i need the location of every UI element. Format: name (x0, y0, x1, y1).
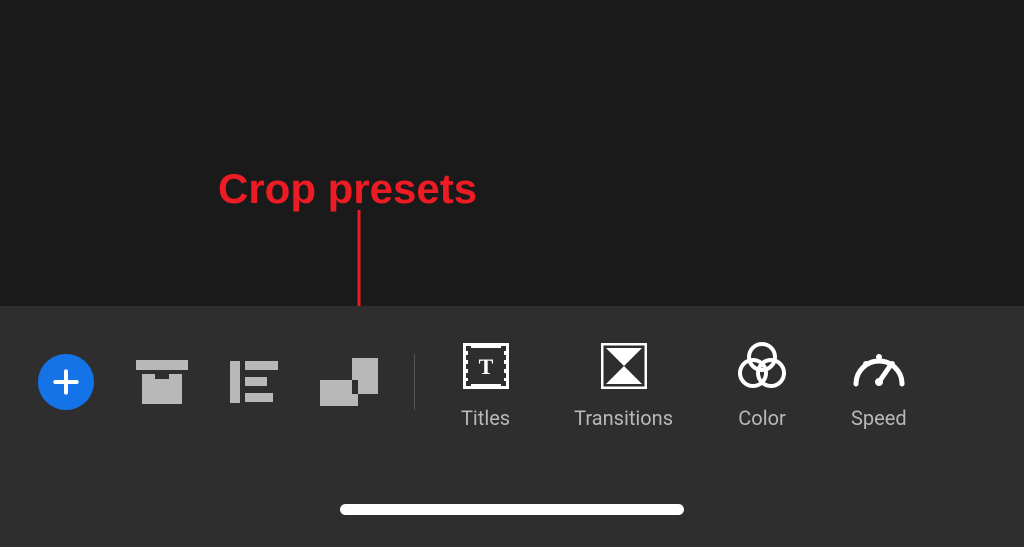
crop-presets-icon (320, 358, 378, 406)
preview-area (0, 0, 1024, 306)
svg-text:T: T (478, 354, 493, 379)
timeline-icon (230, 361, 278, 403)
project-assets-button[interactable] (136, 360, 188, 404)
color-icon (737, 341, 787, 391)
titles-icon: T (463, 343, 509, 389)
transitions-button[interactable]: Transitions (574, 342, 673, 430)
speed-label: Speed (851, 406, 907, 430)
add-button[interactable] (38, 354, 94, 410)
transitions-label: Transitions (574, 406, 673, 430)
transitions-icon (601, 343, 647, 389)
color-button[interactable]: Color (737, 342, 787, 430)
toolbar-divider (414, 354, 415, 410)
archive-icon (136, 360, 188, 404)
color-label: Color (738, 406, 785, 430)
annotation-label: Crop presets (218, 165, 477, 213)
toolbar-right-group: T Titles Transitions (461, 342, 907, 430)
timeline-button[interactable] (230, 361, 278, 403)
titles-button[interactable]: T Titles (461, 342, 510, 430)
toolbar-left-group (38, 354, 378, 410)
speed-button[interactable]: Speed (851, 342, 907, 430)
speed-icon (852, 344, 906, 388)
home-indicator[interactable] (340, 504, 684, 515)
plus-icon (50, 366, 82, 398)
titles-label: Titles (461, 406, 510, 430)
crop-presets-button[interactable] (320, 358, 378, 406)
